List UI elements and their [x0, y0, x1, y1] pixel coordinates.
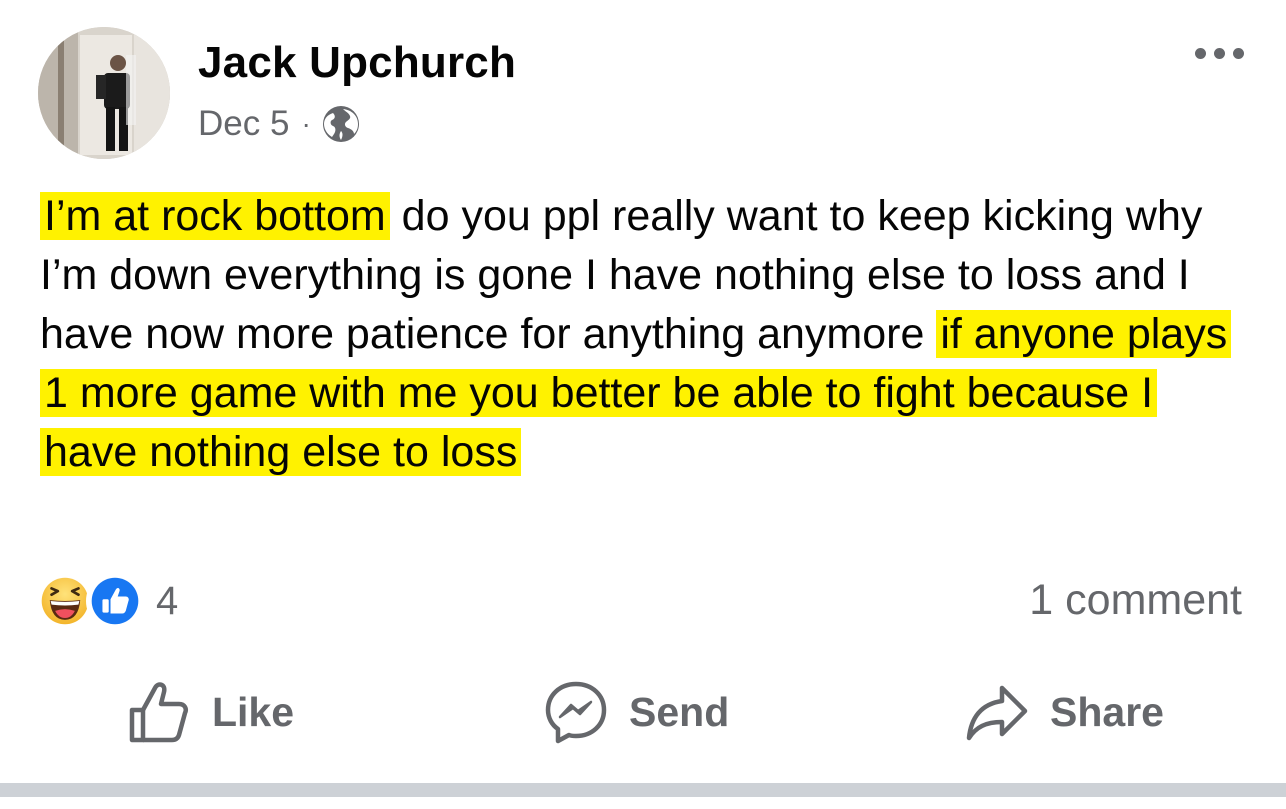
messenger-icon: [545, 681, 607, 744]
meta-separator: ·: [301, 108, 311, 139]
more-dot: [1233, 48, 1244, 59]
post-date[interactable]: Dec 5: [198, 104, 289, 144]
send-label: Send: [629, 688, 730, 735]
post-separator: [0, 783, 1286, 797]
like-label: Like: [212, 688, 295, 735]
avatar[interactable]: [38, 27, 170, 159]
avatar-photo: [38, 27, 170, 159]
globe-icon: [322, 106, 359, 142]
share-button[interactable]: Share: [966, 680, 1164, 744]
more-dot: [1195, 48, 1206, 59]
reaction-count: 4: [156, 578, 179, 623]
highlighted-text: I’m at rock bottom: [40, 192, 390, 240]
more-options-icon[interactable]: [1195, 48, 1244, 59]
share-arrow-icon: [966, 685, 1028, 741]
post-actions: Like Send Share: [0, 680, 1286, 760]
post-meta: Dec 5 ·: [198, 104, 361, 144]
reactions-summary[interactable]: 4: [36, 572, 178, 630]
like-icon: [86, 572, 144, 630]
thumbs-up-icon: [129, 682, 188, 743]
post-text: I’m at rock bottom do you ppl really wan…: [40, 187, 1255, 482]
send-button[interactable]: Send: [545, 680, 729, 744]
more-dot: [1214, 48, 1225, 59]
like-button[interactable]: Like: [128, 680, 294, 744]
facebook-post: Jack Upchurch Dec 5 · I’m at rock bottom…: [0, 0, 1286, 809]
author-name[interactable]: Jack Upchurch: [198, 38, 516, 88]
comments-count[interactable]: 1 comment: [1029, 576, 1242, 625]
share-label: Share: [1050, 688, 1164, 735]
